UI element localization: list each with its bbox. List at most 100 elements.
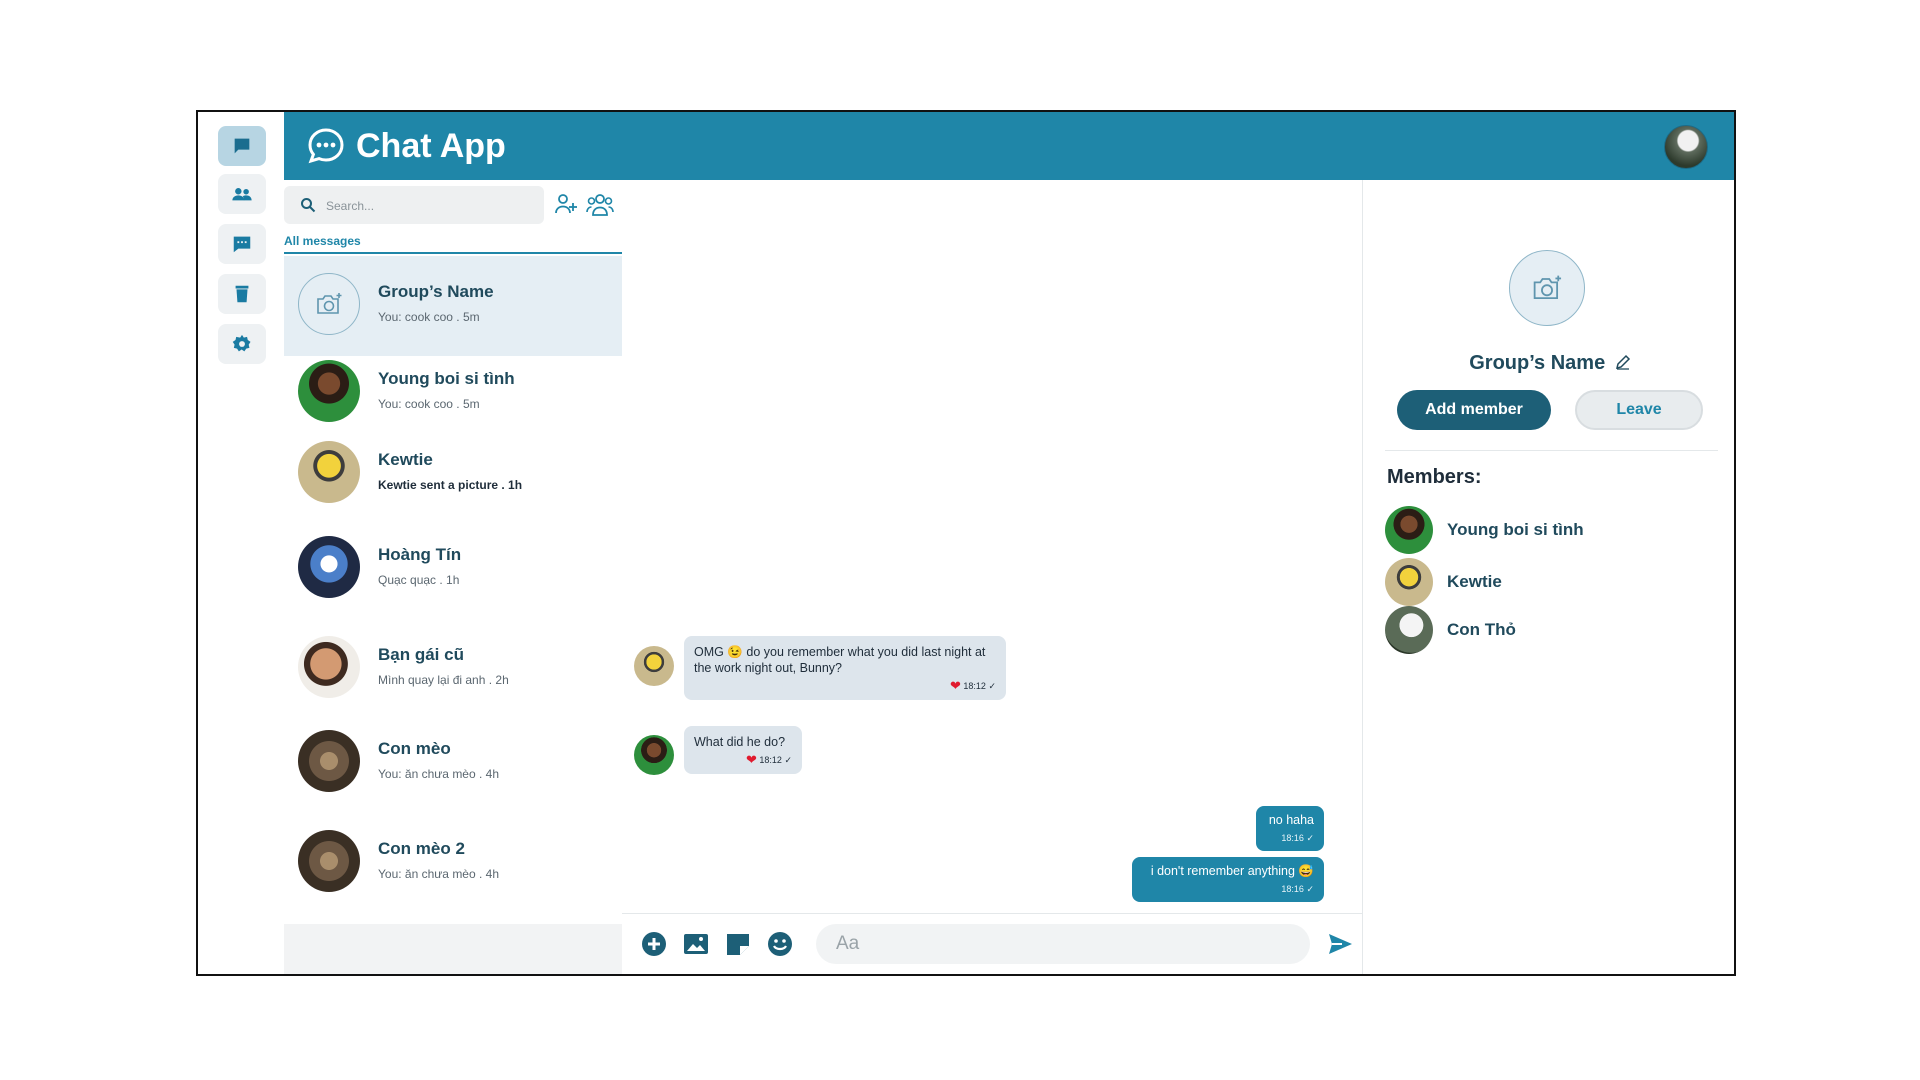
chat-pane: OMG 😉 do you remember what you did last … <box>622 180 1362 974</box>
rail-messages-button[interactable] <box>218 224 266 264</box>
member-avatar <box>1385 606 1433 654</box>
search-input[interactable] <box>324 186 538 226</box>
users-icon <box>232 188 252 201</box>
member-item[interactable]: Young boi si tình <box>1385 506 1715 556</box>
create-group-icon[interactable] <box>586 191 614 217</box>
message-text: What did he do? <box>694 735 786 749</box>
add-member-button[interactable]: Add member <box>1397 390 1551 430</box>
plus-circle-icon[interactable] <box>640 930 668 958</box>
group-info-pane: Group’s Name Add member Leave Members: Y… <box>1362 180 1734 974</box>
contact-avatar <box>298 360 360 422</box>
check-icon: ✓ <box>1306 884 1314 894</box>
member-item[interactable]: Con Thỏ <box>1385 606 1715 656</box>
conversation-item[interactable]: Hoàng Tín Quạc quạc . 1h <box>284 519 622 619</box>
app-window: Chat App All messages Group’s Name You: … <box>196 110 1736 976</box>
settings-icon <box>232 334 251 352</box>
group-photo-avatar <box>298 273 360 335</box>
rail-contacts-button[interactable] <box>218 174 266 214</box>
message-bubble-outgoing[interactable]: i don't remember anything 😅 18:16 ✓ <box>1132 857 1324 902</box>
message-text: OMG 😉 do you remember what you did last … <box>694 645 986 675</box>
heart-reaction-icon: ❤ <box>949 678 961 693</box>
sender-avatar <box>634 646 674 686</box>
app-header: Chat App <box>284 112 1734 180</box>
conversation-name: Group’s Name <box>378 282 494 301</box>
conversation-name: Con mèo 2 <box>378 839 465 858</box>
contact-avatar <box>298 636 360 698</box>
rail-chats-button[interactable] <box>218 126 266 166</box>
divider <box>1385 450 1718 451</box>
conversation-preview: You: cook coo . 5m <box>378 397 480 411</box>
group-photo-upload[interactable] <box>1509 250 1585 326</box>
send-icon[interactable] <box>1326 930 1354 958</box>
message-time: 18:16 <box>1281 833 1304 843</box>
conversation-item[interactable]: Group’s Name You: cook coo . 5m <box>284 256 622 356</box>
search-icon <box>301 198 316 213</box>
message-text: i don't remember anything 😅 <box>1150 864 1314 878</box>
member-avatar <box>1385 558 1433 606</box>
sender-avatar <box>634 735 674 775</box>
message-bubble-incoming[interactable]: OMG 😉 do you remember what you did last … <box>684 636 1006 700</box>
check-icon: ✓ <box>1306 833 1314 843</box>
conversation-preview: Quạc quạc . 1h <box>378 573 460 587</box>
conversation-name: Bạn gái cũ <box>378 645 464 664</box>
camera-add-icon <box>317 293 342 314</box>
conversation-name: Hoàng Tín <box>378 545 462 564</box>
message-composer <box>622 913 1362 974</box>
chat-bubble-logo-icon <box>308 128 344 164</box>
trash-icon <box>235 285 249 303</box>
member-item[interactable]: Kewtie <box>1385 558 1715 608</box>
conversation-name: Kewtie <box>378 450 433 469</box>
user-avatar[interactable] <box>1664 125 1708 169</box>
conversation-item[interactable]: Kewtie Kewtie sent a picture . 1h <box>284 424 622 524</box>
member-name: Kewtie <box>1447 572 1502 591</box>
message-meta: ❤ 18:12 ✓ <box>694 752 792 768</box>
conversation-name: Con mèo <box>378 739 451 758</box>
add-user-icon[interactable] <box>554 192 578 216</box>
member-name: Con Thỏ <box>1447 620 1516 639</box>
member-avatar <box>1385 506 1433 554</box>
chat-icon <box>234 138 250 154</box>
search-box <box>284 186 544 226</box>
sticker-icon[interactable] <box>724 930 752 958</box>
tab-all-messages[interactable]: All messages <box>284 234 361 248</box>
image-icon[interactable] <box>682 930 710 958</box>
message-bubble-outgoing[interactable]: no haha 18:16 ✓ <box>1256 806 1324 851</box>
edit-pencil-icon[interactable] <box>1615 354 1631 370</box>
message-meta: 18:16 ✓ <box>1142 881 1314 897</box>
message-meta: 18:16 ✓ <box>1266 830 1314 846</box>
rail-settings-button[interactable] <box>218 324 266 364</box>
contact-avatar <box>298 441 360 503</box>
leave-group-button[interactable]: Leave <box>1575 390 1703 430</box>
conversation-name: Young boi si tình <box>378 369 515 388</box>
conversation-item[interactable]: Con mèo You: ăn chưa mèo . 4h <box>284 713 622 813</box>
check-icon: ✓ <box>988 681 996 691</box>
conversation-preview: Mình quay lại đi anh . 2h <box>378 673 509 687</box>
check-icon: ✓ <box>784 755 792 765</box>
members-title: Members: <box>1387 466 1482 488</box>
conversation-item[interactable]: Con mèo 2 You: ăn chưa mèo . 4h <box>284 813 622 913</box>
tab-underline <box>284 252 622 254</box>
group-name-heading: Group’s Name <box>1363 352 1734 375</box>
message-time: 18:12 <box>963 681 986 691</box>
member-name: Young boi si tình <box>1447 520 1584 539</box>
conversation-preview: Kewtie sent a picture . 1h <box>378 478 523 492</box>
contact-avatar <box>298 536 360 598</box>
message-time: 18:16 <box>1281 884 1304 894</box>
conversation-preview: You: ăn chưa mèo . 4h <box>378 767 500 781</box>
conversation-list-pane: All messages Group’s Name You: cook coo … <box>284 180 623 974</box>
list-footer <box>284 924 622 974</box>
app-title: Chat App <box>356 127 506 165</box>
message-meta: ❤ 18:12 ✓ <box>694 678 996 694</box>
conversation-item[interactable]: Bạn gái cũ Mình quay lại đi anh . 2h <box>284 619 622 719</box>
nav-rail <box>198 112 284 974</box>
rail-trash-button[interactable] <box>218 274 266 314</box>
conversation-preview: You: cook coo . 5m <box>378 310 480 324</box>
heart-reaction-icon: ❤ <box>745 752 757 767</box>
message-bubble-incoming[interactable]: What did he do? ❤ 18:12 ✓ <box>684 726 802 774</box>
camera-add-icon <box>1533 275 1562 300</box>
emoji-icon[interactable] <box>766 930 794 958</box>
message-input[interactable] <box>816 924 1310 964</box>
group-name: Group’s Name <box>1469 352 1606 374</box>
message-time: 18:12 <box>759 755 782 765</box>
message-text: no haha <box>1268 813 1314 827</box>
